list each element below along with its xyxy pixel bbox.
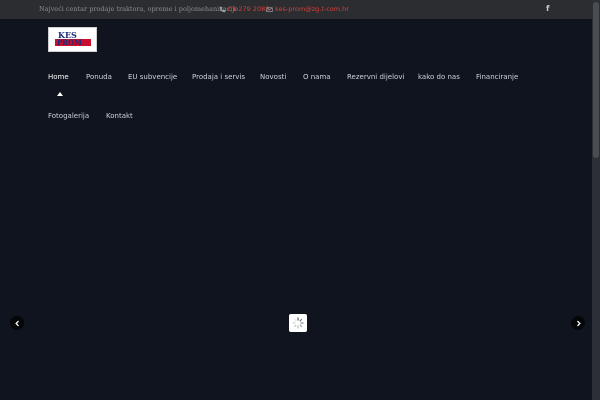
kes-prom-logo-mark: KES PROM: [52, 30, 94, 48]
email-contact[interactable]: kes-prom@zg.t-com.hr: [266, 5, 349, 13]
nav-item-eu-subvencije[interactable]: EU subvencije: [128, 73, 177, 81]
nav-item-rezervni-dijelovi[interactable]: Rezervni dijelovi: [347, 73, 404, 81]
nav-item-novosti[interactable]: Novosti: [260, 73, 286, 81]
nav-item-kako-do-nas[interactable]: kako do nas: [418, 73, 460, 81]
nav-item-fotogalerija[interactable]: Fotogalerija: [48, 112, 89, 120]
tagline: Najveći centar prodaje traktora, opreme …: [39, 5, 239, 13]
facebook-icon[interactable]: f: [546, 4, 549, 13]
nav-item-home[interactable]: Home: [48, 73, 69, 81]
nav-item-o-nama[interactable]: O nama: [303, 73, 331, 81]
nav-item-financiranje[interactable]: Financiranje: [476, 73, 518, 81]
slider-prev-button[interactable]: [10, 316, 24, 330]
chevron-left-icon: [14, 320, 19, 326]
scrollbar-thumb[interactable]: [593, 2, 599, 158]
spinner-icon: [292, 317, 304, 329]
nav-item-ponuda[interactable]: Ponuda: [86, 73, 112, 81]
phone-number[interactable]: 01 279 2083: [228, 5, 269, 13]
nav-item-prodaja-i-servis[interactable]: Prodaja i servis: [192, 73, 245, 81]
phone-contact[interactable]: 01 279 2083: [219, 5, 269, 13]
site-logo[interactable]: KES PROM: [48, 27, 97, 52]
envelope-icon: [266, 6, 273, 12]
scrollbar[interactable]: [592, 0, 600, 400]
slider-loading-indicator: [289, 314, 307, 332]
active-caret-icon: [57, 92, 63, 96]
email-address[interactable]: kes-prom@zg.t-com.hr: [275, 5, 349, 13]
slider-next-button[interactable]: [571, 316, 585, 330]
phone-icon: [219, 6, 226, 12]
top-bar: Najveći centar prodaje traktora, opreme …: [0, 0, 592, 19]
chevron-right-icon: [576, 320, 581, 326]
svg-text:PROM: PROM: [57, 38, 82, 47]
nav-item-kontakt[interactable]: Kontakt: [106, 112, 133, 120]
